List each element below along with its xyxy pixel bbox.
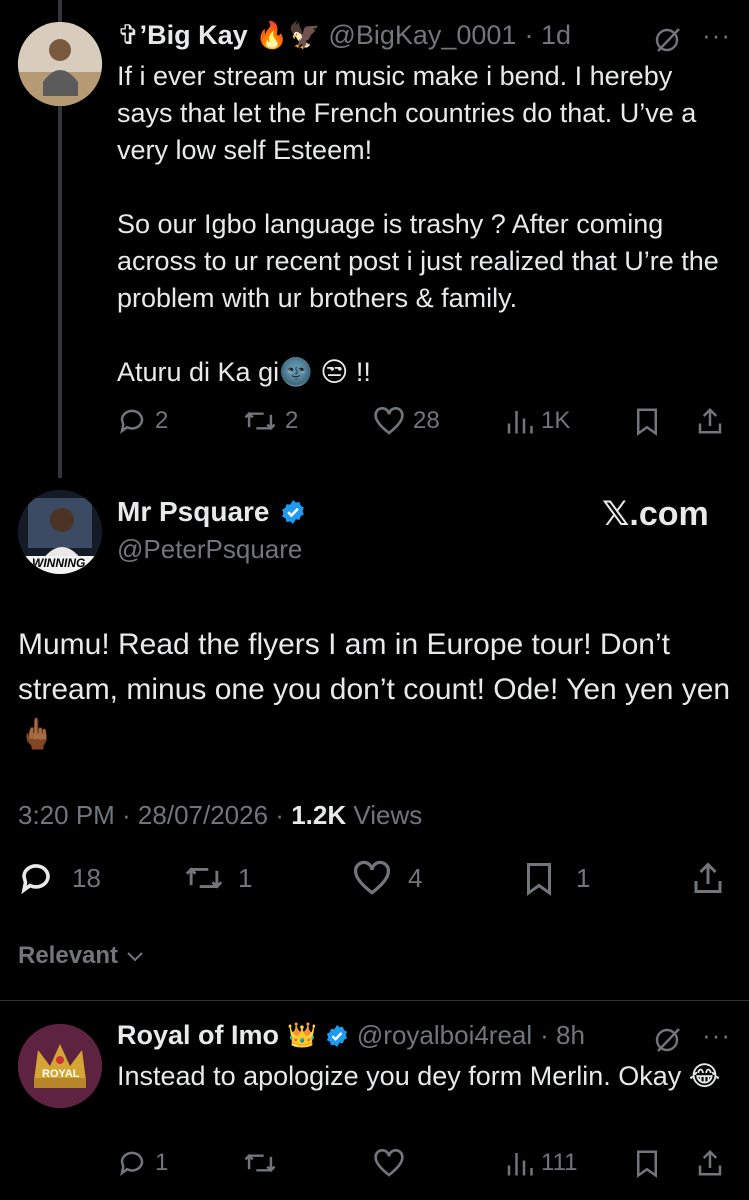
chevron-down-icon (127, 952, 143, 962)
views-icon (507, 411, 533, 434)
action-bar: 2 2 28 1K (117, 406, 729, 442)
repost-icon (244, 411, 276, 431)
share-icon (698, 407, 722, 434)
bookmark-button[interactable] (634, 406, 660, 436)
reply-button[interactable]: 2 (117, 406, 168, 436)
grok-icon[interactable] (652, 24, 684, 61)
share-button[interactable] (690, 860, 726, 896)
tweet-text: If i ever stream ur music make i bend. I… (117, 61, 719, 387)
tweet-meta: 3:20 PM · 28/07/2026 · 1.2K Views (18, 800, 422, 831)
handle[interactable]: @BigKay_0001 (328, 20, 516, 51)
sort-dropdown[interactable]: Relevant (18, 942, 144, 970)
like-count: 4 (408, 862, 423, 893)
reply-count: 1 (155, 1149, 169, 1176)
display-name[interactable]: Mr Psquare (117, 496, 270, 528)
views-label: Views (353, 800, 423, 830)
reply-icon (120, 409, 144, 434)
views-button[interactable]: 111 (505, 1148, 577, 1178)
views-count: 1K (541, 407, 571, 434)
reply-count: 2 (155, 407, 169, 434)
heart-icon (353, 860, 391, 895)
bookmark-button[interactable]: 1 (522, 860, 590, 896)
share-icon (694, 862, 722, 893)
avatar[interactable]: WINNING (18, 490, 102, 574)
reply-icon (120, 1151, 144, 1176)
heart-icon (374, 1149, 404, 1177)
bookmark-button[interactable] (634, 1148, 660, 1178)
views-icon (507, 1153, 533, 1176)
sort-label: Relevant (18, 942, 119, 969)
views-count: 1.2K (291, 800, 347, 830)
like-button[interactable]: 4 (352, 860, 422, 896)
reply-button[interactable]: 18 (18, 860, 101, 896)
repost-count: 1 (238, 862, 253, 893)
verified-badge-icon (281, 500, 304, 524)
handle[interactable]: @royalboi4real (357, 1020, 532, 1051)
action-bar: 1 111 (117, 1148, 729, 1184)
divider (0, 1000, 749, 1001)
verified-badge-icon (326, 1024, 347, 1047)
x-com-logo: 𝕏.com (602, 495, 709, 533)
repost-button[interactable] (243, 1148, 277, 1178)
post-time[interactable]: · 1d (524, 20, 571, 51)
avatar-caption: WINNING (32, 556, 86, 570)
share-button[interactable] (695, 406, 725, 436)
avatar-caption: ROYAL (42, 1068, 80, 1080)
display-name[interactable]: Royal of Imo (117, 1020, 279, 1051)
repost-count: 2 (285, 407, 299, 434)
bookmark-icon (527, 863, 551, 896)
handle[interactable]: @PeterPsquare (117, 534, 302, 565)
grok-icon[interactable] (652, 1024, 684, 1061)
tweet-text: Instead to apologize you dey form Merlin… (117, 1061, 721, 1091)
views-button[interactable]: 1K (505, 406, 570, 436)
more-options-icon[interactable]: ··· (702, 20, 731, 51)
action-bar: 18 1 4 1 (18, 860, 730, 900)
bookmark-icon (637, 408, 657, 436)
post-time[interactable]: · 8h (540, 1020, 585, 1051)
share-icon (698, 1149, 722, 1176)
tweet-text: Mumu! Read the flyers I am in Europe tou… (18, 628, 731, 751)
like-count: 28 (413, 407, 440, 434)
bookmark-count: 1 (576, 862, 591, 893)
repost-icon (244, 1153, 276, 1173)
like-button[interactable] (373, 1148, 405, 1178)
reply-count: 18 (72, 862, 101, 893)
display-name[interactable]: ✞’Big Kay (117, 20, 248, 51)
crown-avatar-image (18, 1024, 102, 1108)
name-emojis: 👑 (287, 1022, 317, 1049)
repost-icon (185, 867, 223, 889)
avatar-image (18, 22, 102, 106)
name-emojis: 🔥🦅 (255, 20, 321, 50)
more-options-icon[interactable]: ··· (702, 1020, 731, 1051)
share-button[interactable] (695, 1148, 725, 1178)
like-button[interactable]: 28 (373, 406, 440, 436)
views-count: 111 (541, 1149, 578, 1176)
heart-icon (374, 407, 404, 435)
timestamp[interactable]: 3:20 PM · 28/07/2026 · (18, 800, 284, 830)
bookmark-icon (637, 1150, 657, 1178)
reply-button[interactable]: 1 (117, 1148, 168, 1178)
reply-icon (21, 864, 50, 895)
repost-button[interactable]: 2 (243, 406, 298, 436)
avatar[interactable]: ROYAL (18, 1024, 102, 1108)
repost-button[interactable]: 1 (184, 860, 252, 896)
avatar[interactable] (18, 22, 102, 106)
